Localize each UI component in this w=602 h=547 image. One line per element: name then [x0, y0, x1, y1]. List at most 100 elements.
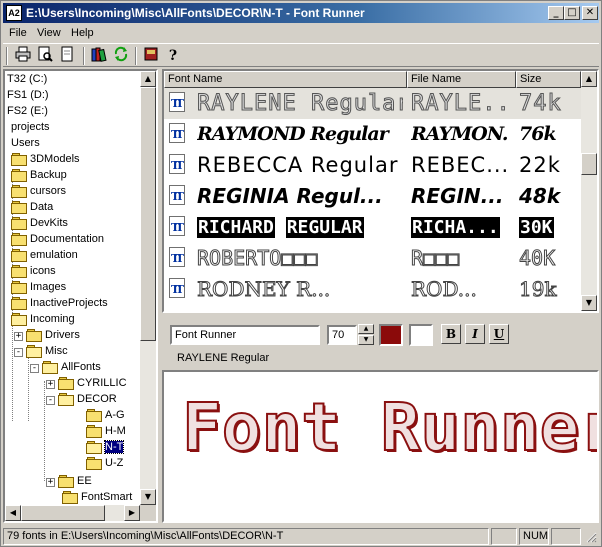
tree-item-data[interactable]: Data [11, 199, 53, 215]
size-cell: 22k [519, 153, 561, 177]
tree-item-n-t[interactable]: N-T [86, 439, 125, 455]
tree-item-label: Documentation [30, 233, 104, 245]
italic-button[interactable]: I [465, 324, 485, 344]
tree-item-a-g[interactable]: A-G [86, 407, 125, 423]
file-name-cell: RAYLE... [411, 91, 507, 117]
toolbar-separator [6, 47, 8, 65]
list-item[interactable]: TT RICHARD REGULAR RICHA... 30K [164, 212, 581, 243]
size-down-icon[interactable]: ▼ [358, 335, 374, 345]
tree-item-cyrillic[interactable]: + CYRILLIC [46, 375, 127, 391]
tree-item-drive-d[interactable]: FS1 (D:) [7, 87, 49, 103]
refresh-icon[interactable] [111, 46, 131, 66]
tree-item-label: icons [30, 265, 56, 277]
tree-item-drive-e[interactable]: FS2 (E:) [7, 103, 48, 119]
list-vertical-scrollbar[interactable]: ▲ ▼ [581, 71, 597, 311]
toolbar-separator [135, 47, 137, 65]
size-up-icon[interactable]: ▲ [358, 324, 374, 334]
tree-item-drivers[interactable]: + Drivers [14, 327, 80, 343]
bold-button[interactable]: B [441, 324, 461, 344]
tree-item-label: projects [11, 121, 50, 133]
collapse-icon[interactable]: - [30, 364, 39, 373]
list-item[interactable]: TT RAYLENE Regular RAYLE... 74k [164, 88, 581, 119]
menu-help[interactable]: Help [71, 27, 94, 39]
close-button[interactable]: ✕ [582, 6, 598, 20]
column-header-font-name[interactable]: Font Name [164, 71, 407, 88]
font-size-input[interactable]: 70 [327, 325, 357, 345]
menu-file[interactable]: File [9, 27, 27, 39]
title-bar[interactable]: A2 E:\Users\Incoming\Misc\AllFonts\DECOR… [3, 3, 599, 23]
tree-horizontal-scrollbar[interactable]: ◀ ▶ [5, 505, 140, 521]
scroll-down-icon[interactable]: ▼ [140, 489, 156, 505]
list-item[interactable]: TT RAYMOND Regular RAYMON... 76k [164, 119, 581, 150]
scroll-left-icon[interactable]: ◀ [5, 505, 21, 521]
tree-item-inactiveprojects[interactable]: InactiveProjects [11, 295, 108, 311]
preview-text-input[interactable]: Font Runner [170, 325, 320, 345]
scroll-up-icon[interactable]: ▲ [581, 71, 597, 87]
tree-item-u-z[interactable]: U-Z [86, 455, 123, 471]
tree-item-allfonts[interactable]: - AllFonts [30, 359, 101, 375]
tree-vertical-scrollbar[interactable]: ▲ ▼ [140, 71, 156, 505]
tree-item-label: emulation [30, 249, 78, 261]
tree-item-decor[interactable]: - DECOR [46, 391, 117, 407]
tree-item-icons[interactable]: icons [11, 263, 56, 279]
books-icon[interactable] [89, 46, 109, 66]
tree-item-incoming[interactable]: Incoming [11, 311, 75, 327]
tree-item-fontsmart[interactable]: FontSmart [62, 489, 132, 505]
list-item[interactable]: TT REGINIA Regul... REGIN... 48k [164, 181, 581, 212]
scrollbar-thumb[interactable] [581, 153, 597, 175]
minimize-button[interactable]: _ [548, 6, 564, 20]
list-item[interactable]: TT RODNEY R... ROD... 19k [164, 274, 581, 305]
tree-item-documentation[interactable]: Documentation [11, 231, 104, 247]
menu-view[interactable]: View [37, 27, 61, 39]
tree-item-drive-c[interactable]: T32 (C:) [7, 71, 47, 87]
collapse-icon[interactable]: - [14, 348, 23, 357]
folder-tree[interactable]: T32 (C:) FS1 (D:) FS2 (E:) projects User… [3, 69, 158, 523]
current-font-label: RAYLENE Regular [177, 352, 270, 364]
expand-icon[interactable]: + [46, 478, 55, 487]
truetype-font-icon: TT [166, 278, 188, 300]
book-icon[interactable] [141, 46, 161, 66]
printer-icon[interactable] [13, 46, 33, 66]
tree-item-users[interactable]: Users [11, 135, 40, 151]
list-item[interactable]: TT ROBERTO□□□ R□□□ 40K [164, 243, 581, 274]
tree-item-label: H-M [105, 425, 126, 437]
scrollbar-thumb[interactable] [140, 87, 156, 341]
open-folder-icon [86, 440, 102, 454]
tree-item-emulation[interactable]: emulation [11, 247, 78, 263]
tree-item-3dmodels[interactable]: 3DModels [11, 151, 80, 167]
tree-item-label: Incoming [30, 313, 75, 325]
font-list[interactable]: Font Name File Name Size TT RAYLENE Regu… [162, 69, 599, 313]
folder-icon [86, 456, 102, 470]
tree-item-images[interactable]: Images [11, 279, 66, 295]
scroll-down-icon[interactable]: ▼ [581, 295, 597, 311]
list-item[interactable]: TT REBECCA Regular REBEC... 22k [164, 150, 581, 181]
page-icon[interactable] [57, 46, 77, 66]
tree-item-projects[interactable]: projects [11, 119, 50, 135]
tree-item-h-m[interactable]: H-M [86, 423, 126, 439]
maximize-button[interactable]: □ [564, 6, 580, 20]
resize-grip-icon[interactable] [585, 531, 597, 543]
app-icon[interactable]: A2 [6, 5, 22, 21]
column-header-file-name[interactable]: File Name [407, 71, 516, 88]
scroll-right-icon[interactable]: ▶ [124, 505, 140, 521]
status-panel-empty [491, 528, 517, 545]
scrollbar-thumb[interactable] [21, 505, 105, 521]
num-lock-indicator: NUM [519, 528, 549, 545]
underline-button[interactable]: U [489, 324, 509, 344]
collapse-icon[interactable]: - [46, 396, 55, 405]
tree-item-misc[interactable]: - Misc [14, 343, 68, 359]
scroll-up-icon[interactable]: ▲ [140, 71, 156, 87]
tree-item-backup[interactable]: Backup [11, 167, 67, 183]
print-preview-icon[interactable] [35, 46, 55, 66]
column-header-size[interactable]: Size [516, 71, 581, 88]
tree-item-devkits[interactable]: DevKits [11, 215, 68, 231]
expand-icon[interactable]: + [46, 380, 55, 389]
help-icon[interactable]: ? [163, 46, 183, 66]
folder-icon [11, 232, 27, 246]
tree-item-cursors[interactable]: cursors [11, 183, 66, 199]
background-color-swatch[interactable] [409, 324, 433, 346]
tree-item-ee[interactable]: + EE [46, 473, 92, 489]
expand-icon[interactable]: + [14, 332, 23, 341]
foreground-color-swatch[interactable] [379, 324, 403, 346]
folder-icon [11, 200, 27, 214]
